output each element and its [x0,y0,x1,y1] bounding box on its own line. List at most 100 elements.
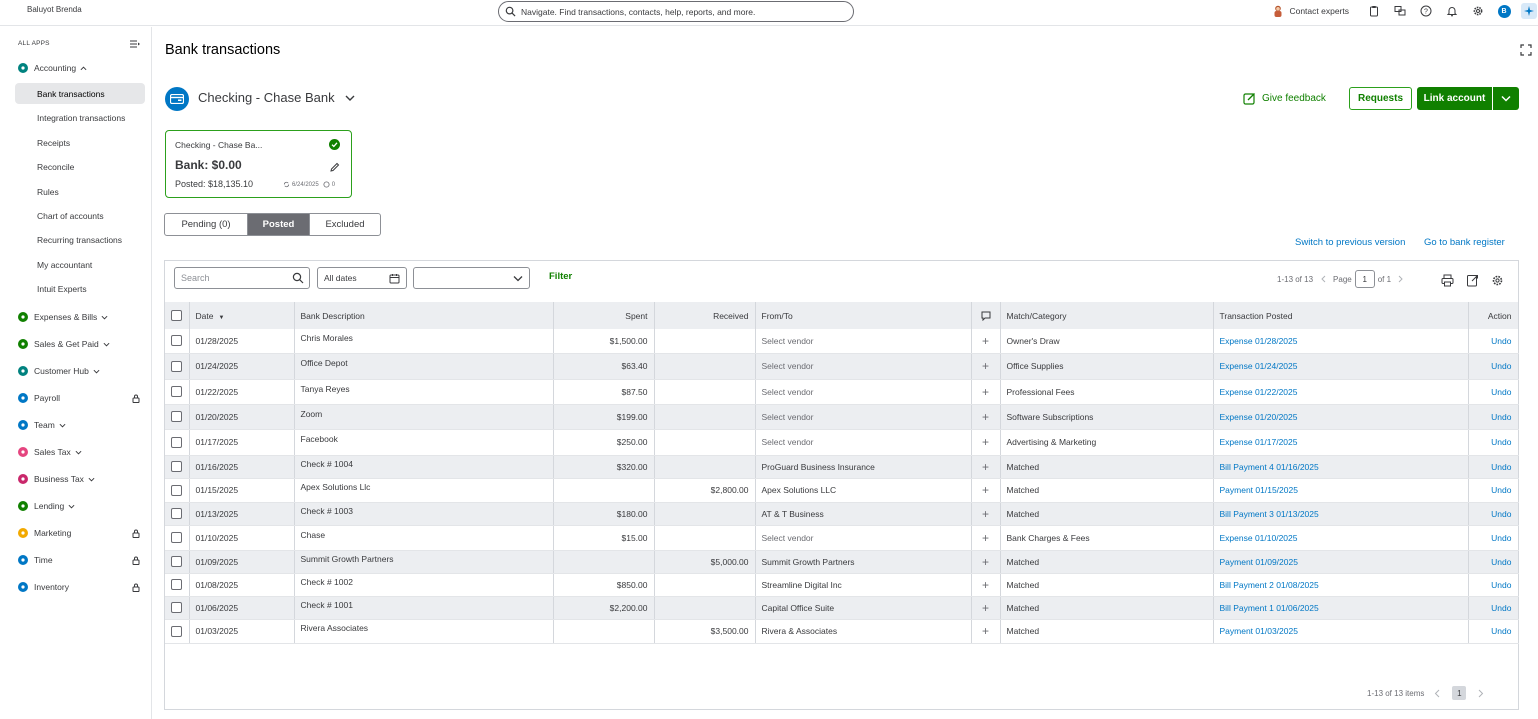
collapse-sidebar-icon[interactable] [130,39,140,49]
chevron-right-icon[interactable] [1398,275,1404,283]
transaction-posted-link[interactable]: Payment 01/03/2025 [1213,619,1469,644]
undo-link[interactable]: Undo [1468,329,1519,354]
date-range-select[interactable]: All dates [317,267,407,289]
undo-link[interactable]: Undo [1468,525,1519,551]
tab-posted[interactable]: Posted [248,214,310,235]
chat-icon[interactable] [1387,0,1413,22]
switch-previous-version-link[interactable]: Switch to previous version [1295,237,1405,248]
sidebar-item-bank-transactions[interactable]: Bank transactions [15,83,145,104]
sidebar-item-rules[interactable]: Rules [15,181,145,202]
table-row[interactable]: 01/17/2025 Facebook $250.00 Select vendor + A… [165,429,1519,456]
transaction-posted-link[interactable]: Bill Payment 1 01/06/2025 [1213,596,1469,620]
transaction-posted-link[interactable]: Bill Payment 2 01/08/2025 [1213,573,1469,597]
row-select-cell[interactable] [165,455,190,479]
column-header-description[interactable]: Bank Description [294,302,554,329]
row-checkbox[interactable] [171,461,183,472]
transaction-posted-link[interactable]: Expense 01/10/2025 [1213,525,1469,551]
row-select-cell[interactable] [165,353,190,380]
column-header-spent[interactable]: Spent [553,302,655,329]
chevron-left-icon[interactable] [1320,275,1326,283]
undo-link[interactable]: Undo [1468,379,1519,405]
from-to-cell[interactable]: Select vendor [755,329,972,354]
sidebar-item-receipts[interactable]: Receipts [15,132,145,153]
add-memo-plus-icon[interactable]: + [971,429,1001,456]
row-checkbox[interactable] [171,602,183,613]
sidebar-app-sales-tax[interactable]: Sales Tax [18,447,82,457]
user-avatar-button[interactable]: B [1491,0,1517,22]
sidebar-app-payroll[interactable]: Payroll [18,393,60,403]
link-account-button[interactable]: Link account [1417,87,1492,110]
row-checkbox[interactable] [171,386,183,397]
sidebar-app-accounting[interactable]: Accounting [18,63,87,73]
table-row[interactable]: 01/16/2025 Check # 1004 $320.00 ProGuard Bu… [165,455,1519,479]
tab-excluded[interactable]: Excluded [310,214,380,235]
table-row[interactable]: 01/28/2025 Chris Morales $1,500.00 Select v… [165,329,1519,354]
table-row[interactable]: 01/22/2025 Tanya Reyes $87.50 Select vendor… [165,379,1519,405]
sidebar-item-my-accountant[interactable]: My accountant [15,254,145,275]
column-header-from-to[interactable]: From/To [755,302,972,329]
clipboard-icon[interactable] [1361,0,1387,22]
account-summary-card[interactable]: Checking - Chase Ba... Bank: $0.00 Poste… [165,130,352,198]
export-icon[interactable] [1466,274,1479,287]
sidebar-item-intuit-experts[interactable]: Intuit Experts [15,278,145,299]
add-memo-plus-icon[interactable]: + [971,502,1001,526]
column-header-date[interactable]: Date ▼ [189,302,295,329]
add-memo-plus-icon[interactable]: + [971,573,1001,597]
undo-link[interactable]: Undo [1468,404,1519,430]
settings-gear-icon[interactable] [1465,0,1491,22]
sidebar-app-expenses-bills[interactable]: Expenses & Bills [18,312,108,322]
transaction-posted-link[interactable]: Expense 01/28/2025 [1213,329,1469,354]
row-checkbox[interactable] [171,532,183,543]
requests-button[interactable]: Requests [1349,87,1412,110]
undo-link[interactable]: Undo [1468,455,1519,479]
page-number-input[interactable]: 1 [1354,270,1375,288]
add-memo-plus-icon[interactable]: + [971,353,1001,380]
contact-experts-button[interactable]: Contact experts [1273,5,1349,17]
undo-link[interactable]: Undo [1468,478,1519,503]
row-select-cell[interactable] [165,596,190,620]
transaction-posted-link[interactable]: Expense 01/22/2025 [1213,379,1469,405]
filter-button[interactable]: Filter [549,271,572,282]
sidebar-item-integration-transactions[interactable]: Integration transactions [15,107,145,128]
transaction-posted-link[interactable]: Expense 01/20/2025 [1213,404,1469,430]
bell-icon[interactable] [1439,0,1465,22]
select-all-checkbox[interactable] [171,310,183,321]
row-checkbox[interactable] [171,625,183,637]
table-row[interactable]: 01/03/2025 Rivera Associates $3,500.00 Rive… [165,619,1519,644]
sidebar-app-lending[interactable]: Lending [18,501,75,511]
filter-dropdown[interactable] [413,267,530,289]
from-to-cell[interactable]: Select vendor [755,353,972,380]
row-select-cell[interactable] [165,329,190,354]
print-icon[interactable] [1441,274,1454,287]
row-checkbox[interactable] [171,508,183,519]
chevron-left-icon[interactable] [1434,689,1440,698]
help-icon[interactable]: ? [1413,0,1439,22]
sidebar-item-reconcile[interactable]: Reconcile [15,156,145,177]
account-card-icon[interactable] [165,87,189,111]
table-search-input[interactable]: Search [174,267,310,289]
row-select-cell[interactable] [165,573,190,597]
sidebar-app-marketing[interactable]: Marketing [18,528,71,538]
row-select-cell[interactable] [165,502,190,526]
row-checkbox[interactable] [171,556,183,567]
sidebar-app-sales-get-paid[interactable]: Sales & Get Paid [18,339,110,349]
go-to-bank-register-link[interactable]: Go to bank register [1424,237,1505,248]
table-row[interactable]: 01/10/2025 Chase $15.00 Select vendor + Bank … [165,525,1519,551]
row-checkbox[interactable] [171,411,183,422]
sidebar-item-recurring-transactions[interactable]: Recurring transactions [15,229,145,250]
table-row[interactable]: 01/24/2025 Office Depot $63.40 Select vendo… [165,353,1519,380]
give-feedback-link[interactable]: Give feedback [1243,92,1326,105]
add-memo-plus-icon[interactable]: + [971,525,1001,551]
row-select-cell[interactable] [165,619,190,644]
transaction-posted-link[interactable]: Expense 01/24/2025 [1213,353,1469,380]
add-memo-plus-icon[interactable]: + [971,404,1001,430]
table-row[interactable]: 01/15/2025 Apex Solutions Llc $2,800.00 Ape… [165,478,1519,503]
sidebar-app-customer-hub[interactable]: Customer Hub [18,366,100,376]
undo-link[interactable]: Undo [1468,619,1519,644]
row-checkbox[interactable] [171,484,183,496]
add-memo-plus-icon[interactable]: + [971,596,1001,620]
add-memo-plus-icon[interactable]: + [971,550,1001,574]
undo-link[interactable]: Undo [1468,502,1519,526]
add-memo-plus-icon[interactable]: + [971,379,1001,405]
undo-link[interactable]: Undo [1468,550,1519,574]
